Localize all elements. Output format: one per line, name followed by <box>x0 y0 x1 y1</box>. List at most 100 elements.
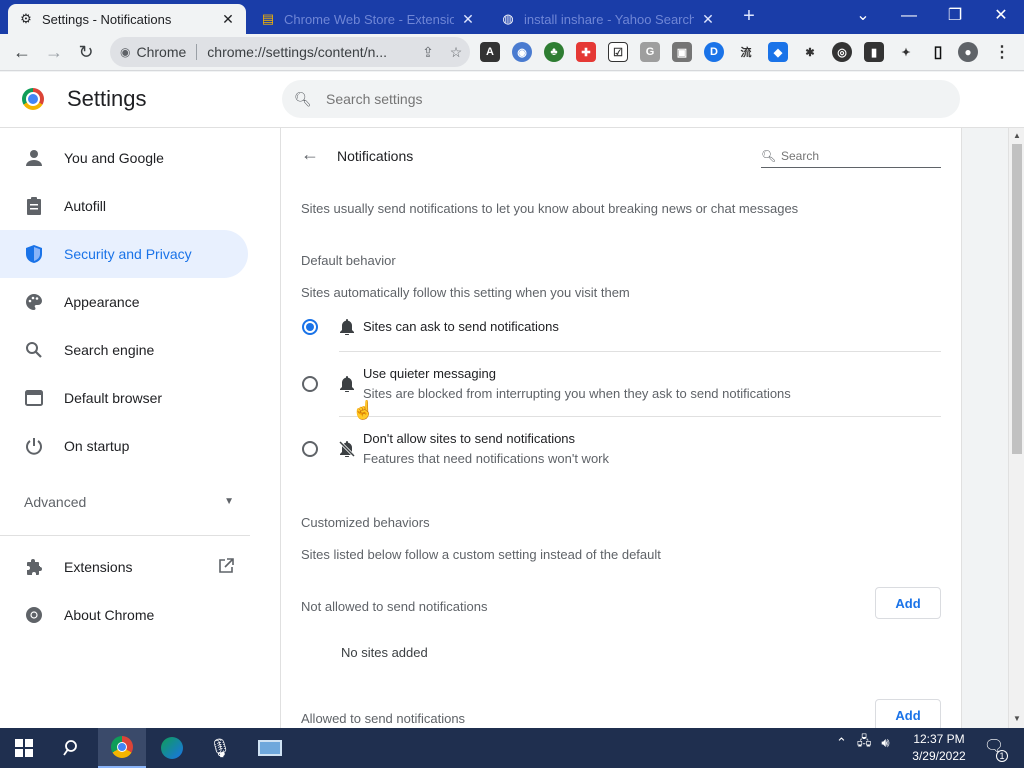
extension-icon[interactable]: ✦ <box>896 42 916 62</box>
extension-icon[interactable]: A <box>480 42 500 62</box>
scroll-up-icon[interactable]: ▲ <box>1013 131 1021 140</box>
extension-icon[interactable]: ✚ <box>576 42 596 62</box>
sidebar-item-autofill[interactable]: Autofill <box>0 182 248 230</box>
sidebar-item-security-and-privacy[interactable]: Security and Privacy <box>0 230 248 278</box>
radio-dont-allow[interactable] <box>302 441 318 457</box>
option-divider <box>339 416 941 417</box>
sidebar-item-about-chrome[interactable]: About Chrome <box>0 591 248 639</box>
start-button[interactable] <box>0 728 48 768</box>
taskbar-microphone[interactable]: 🎙︎ <box>196 728 244 768</box>
notification-center-button[interactable]: 🗨︎ 1 <box>982 736 1008 762</box>
bell-quiet-icon <box>338 375 356 393</box>
taskbar-remote-desktop[interactable] <box>246 728 294 768</box>
tab-webstore[interactable]: ▤ Chrome Web Store - Extensions ✕ <box>250 4 486 34</box>
share-icon[interactable]: ⇪ <box>414 44 442 61</box>
search-settings-box[interactable]: 🔍︎ <box>282 80 960 118</box>
restore-button[interactable]: ❐ <box>932 4 978 30</box>
reload-button[interactable]: ↻ <box>70 36 102 68</box>
extension-icon[interactable]: ◉ <box>512 42 532 62</box>
address-bar[interactable]: ◉ Chrome chrome://settings/content/n... … <box>110 37 470 67</box>
sidebar-item-label: Security and Privacy <box>64 246 192 262</box>
extension-icon[interactable]: 流 <box>736 42 756 62</box>
new-tab-button[interactable]: + <box>738 6 760 28</box>
microphone-icon: 🎙︎ <box>208 737 232 758</box>
radio-quieter-messaging[interactable] <box>302 376 318 392</box>
sidebar-item-label: Extensions <box>64 559 133 575</box>
page-scrollbar[interactable]: ▲ ▼ <box>1008 128 1024 728</box>
add-allowed-button[interactable]: Add <box>875 699 941 728</box>
back-arrow-icon: ← <box>13 41 31 62</box>
notifications-search-box[interactable]: 🔍︎ <box>761 144 941 168</box>
sidebar-item-search-engine[interactable]: Search engine <box>0 326 248 374</box>
sidebar-advanced-toggle[interactable]: Advanced ▼ <box>24 494 234 510</box>
open-in-new-icon <box>218 557 234 577</box>
menu-kebab-icon[interactable]: ⋮ <box>992 42 1012 62</box>
tab-yahoo[interactable]: ◍ install inshare - Yahoo Search ✕ <box>490 4 726 34</box>
side-panel-icon[interactable]: ▯ <box>928 42 948 62</box>
search-settings-input[interactable] <box>326 91 926 107</box>
extension-icon[interactable]: G <box>640 42 660 62</box>
search-icon: 🔍︎ <box>761 148 777 163</box>
site-chip: Chrome <box>136 44 187 60</box>
volume-icon[interactable]: 🔊︎ <box>881 735 889 751</box>
tab-label: install inshare - Yahoo Search <box>524 11 694 27</box>
option-sublabel: Features that need notifications won't w… <box>363 451 610 466</box>
notification-count: 1 <box>996 750 1008 762</box>
forward-arrow-icon: → <box>45 41 63 62</box>
radio-sites-can-ask[interactable] <box>302 319 318 335</box>
extension-icon[interactable]: D <box>704 42 724 62</box>
tab-search-button[interactable]: ⌄ <box>840 4 886 30</box>
sidebar-item-label: Appearance <box>64 294 140 310</box>
title-bar: ⚙ Settings - Notifications ✕ ▤ Chrome We… <box>0 0 1024 34</box>
add-not-allowed-button[interactable]: Add <box>875 587 941 619</box>
sidebar-item-on-startup[interactable]: On startup <box>0 422 248 470</box>
tab-close-icon[interactable]: ✕ <box>700 11 716 28</box>
chrome-logo-icon <box>111 736 133 758</box>
sidebar-item-default-browser[interactable]: Default browser <box>0 374 248 422</box>
url-text[interactable]: chrome://settings/content/n... <box>207 44 414 60</box>
customized-behaviors-heading: Customized behaviors <box>301 515 430 530</box>
search-icon <box>63 740 77 756</box>
person-icon <box>24 148 44 168</box>
monitor-icon <box>258 740 282 756</box>
back-arrow-icon[interactable]: ← <box>301 144 319 165</box>
back-button[interactable]: ← <box>6 36 38 68</box>
taskbar-edge[interactable] <box>148 728 196 768</box>
sidebar-item-appearance[interactable]: Appearance <box>0 278 248 326</box>
chevron-up-icon[interactable]: ⌃ <box>836 735 847 751</box>
sidebar-item-you-and-google[interactable]: You and Google <box>0 134 248 182</box>
minimize-button[interactable]: — <box>886 4 932 30</box>
taskbar-clock[interactable]: 12:37 PM 3/29/2022 <box>900 731 978 765</box>
option-label: Don't allow sites to send notifications <box>363 431 576 446</box>
tab-close-icon[interactable]: ✕ <box>460 11 476 28</box>
extension-icon[interactable]: ✱ <box>800 42 820 62</box>
gear-icon: ⚙ <box>20 11 32 26</box>
shield-icon <box>24 244 44 264</box>
extension-icon[interactable]: ▮ <box>864 42 884 62</box>
palette-icon <box>24 292 44 312</box>
extension-icon[interactable]: ◎ <box>832 42 852 62</box>
chrome-logo-icon <box>22 88 44 110</box>
scroll-down-icon[interactable]: ▼ <box>1013 714 1021 723</box>
notifications-search-input[interactable] <box>781 148 931 163</box>
sidebar-item-label: Default browser <box>64 390 163 406</box>
tab-label: Chrome Web Store - Extensions <box>284 11 454 27</box>
sidebar-item-extensions[interactable]: Extensions <box>0 543 250 591</box>
tab-close-icon[interactable]: ✕ <box>220 11 236 28</box>
close-window-button[interactable]: ✕ <box>978 4 1024 30</box>
extension-icon[interactable]: ♣ <box>544 42 564 62</box>
allowed-heading: Allowed to send notifications <box>301 711 466 726</box>
network-icon[interactable]: 🖧︎ <box>857 732 872 754</box>
extension-icon[interactable]: ☑ <box>608 42 628 62</box>
taskbar-search-button[interactable] <box>48 728 96 768</box>
tab-settings[interactable]: ⚙ Settings - Notifications ✕ <box>8 4 246 34</box>
extension-icon[interactable]: ◆ <box>768 42 788 62</box>
profile-avatar-icon[interactable]: ● <box>958 42 978 62</box>
forward-button[interactable]: → <box>38 36 70 68</box>
extension-icon[interactable]: ▣ <box>672 42 692 62</box>
reload-icon: ↻ <box>78 41 94 62</box>
no-sites-text: No sites added <box>341 645 428 660</box>
taskbar-chrome[interactable] <box>98 728 146 768</box>
scroll-thumb[interactable] <box>1012 144 1022 454</box>
bookmark-star-icon[interactable]: ☆ <box>442 44 470 61</box>
